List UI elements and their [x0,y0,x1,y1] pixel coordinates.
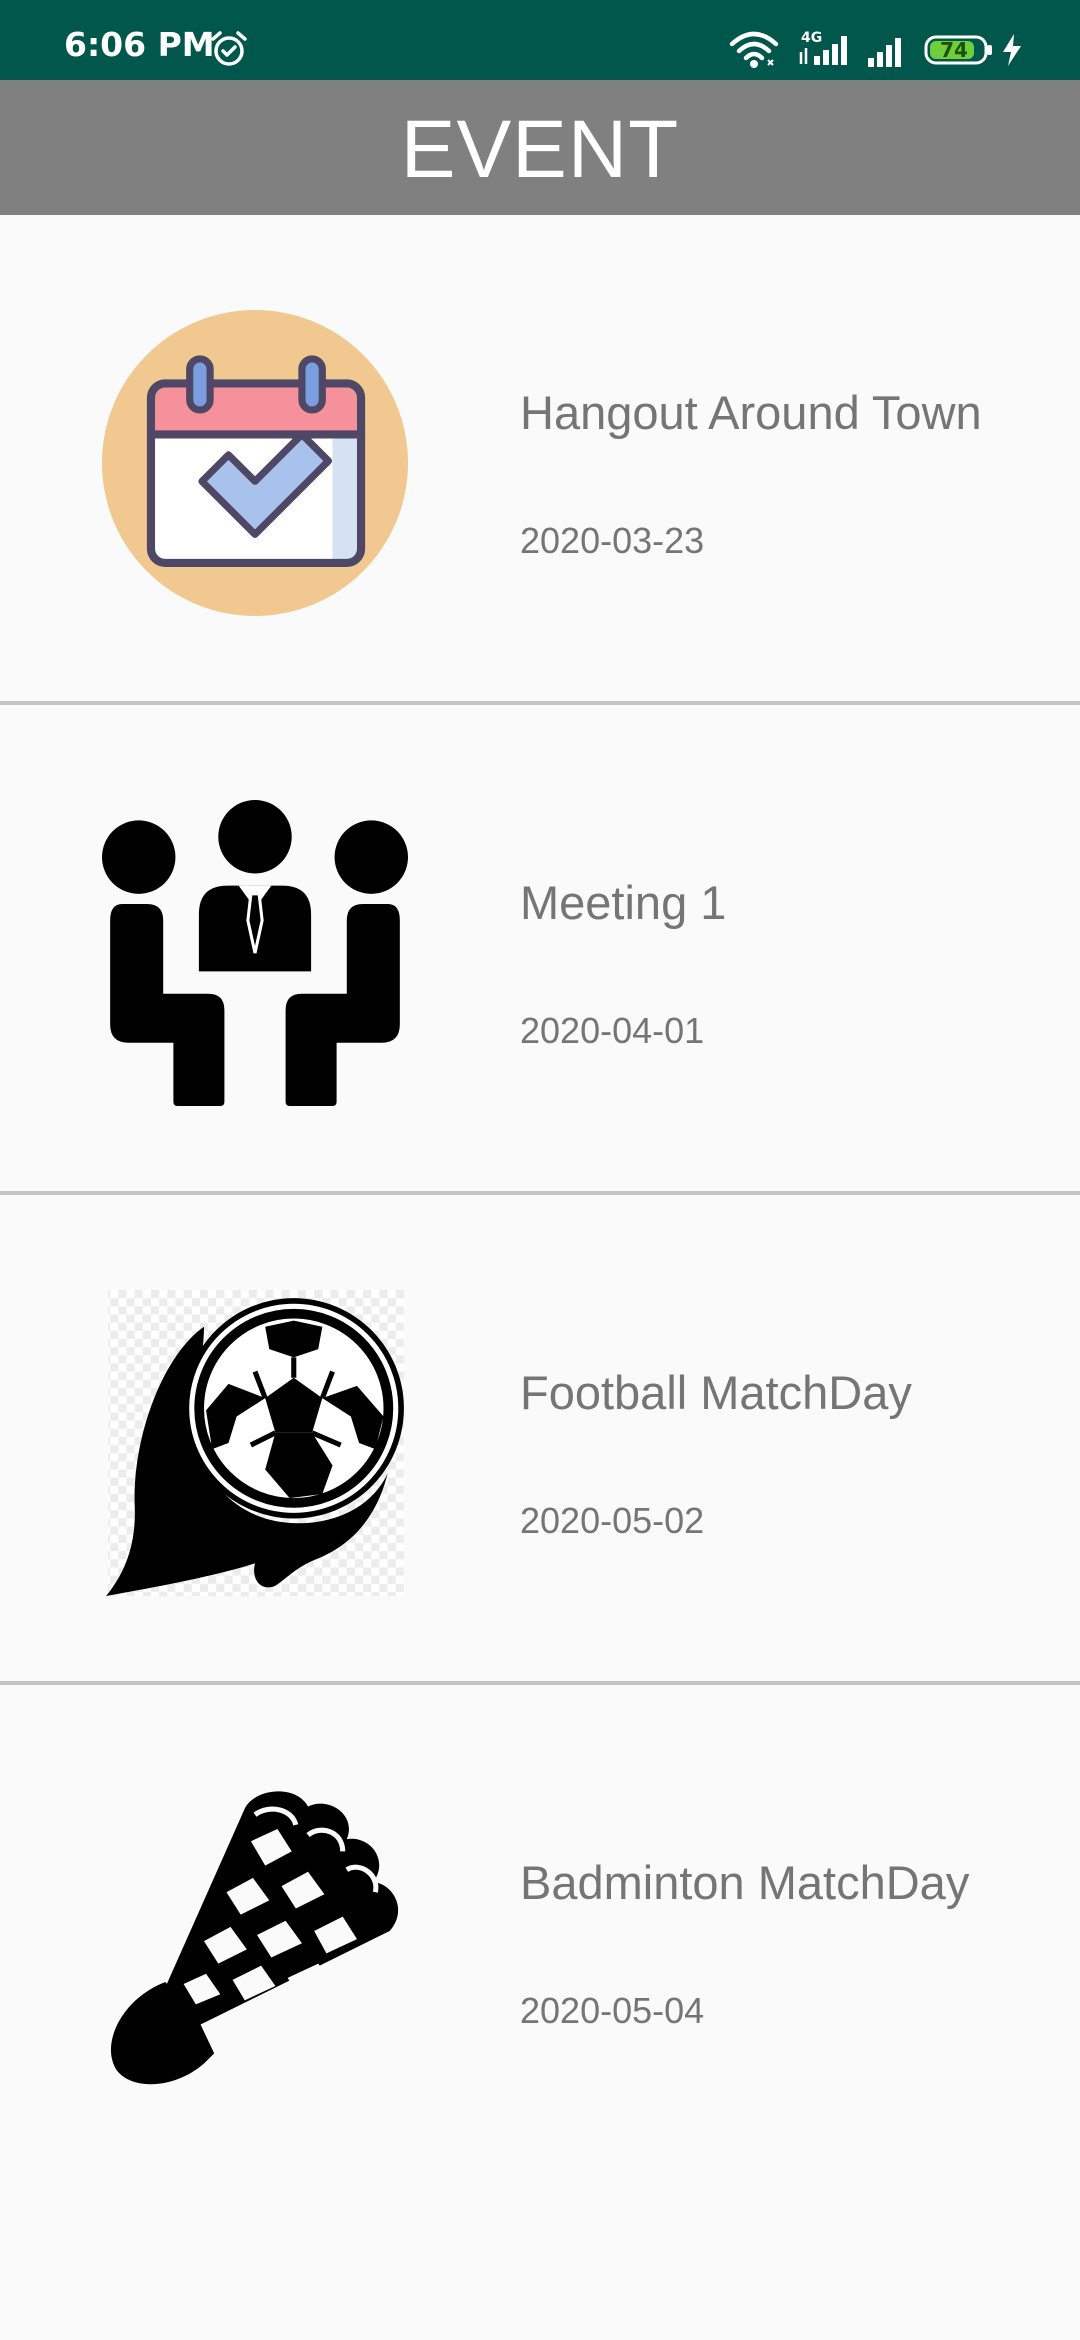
meeting-icon [102,800,408,1106]
event-date: 2020-03-23 [520,520,705,561]
event-list: Hangout Around Town 2020-03-23 Meeting 1… [0,215,1080,2171]
shuttlecock-icon [110,1791,399,2085]
event-date: 2020-04-01 [520,1010,705,1051]
event-title: Football MatchDay [520,1366,912,1419]
battery-level: 74 [940,38,968,62]
wifi-icon [729,31,779,68]
football-icon [106,1290,404,1596]
event-title: Meeting 1 [520,876,727,929]
event-title: Hangout Around Town [520,386,982,439]
event-item-badminton[interactable]: Badminton MatchDay 2020-05-04 [0,1685,1080,2171]
app-bar: EVENT [0,80,1080,215]
event-date: 2020-05-02 [520,1500,705,1541]
cell-signal-icon: 4G [799,30,847,65]
event-date: 2020-05-04 [520,1990,705,2031]
event-title: Badminton MatchDay [520,1856,970,1909]
alarm-icon [211,31,247,66]
battery-icon: 74 [924,35,992,65]
status-bar: 6:06 PM 4G 74 [0,0,1080,80]
status-time: 6:06 PM [64,25,215,64]
event-item-football[interactable]: Football MatchDay 2020-05-02 [0,1195,1080,1681]
network-type-label: 4G [801,30,822,46]
page-title: EVENT [400,104,680,195]
cell-signal-icon [868,38,901,67]
event-item-hangout[interactable]: Hangout Around Town 2020-03-23 [0,215,1080,701]
calendar-check-icon [102,310,408,616]
event-item-meeting[interactable]: Meeting 1 2020-04-01 [0,705,1080,1191]
charging-icon [1003,34,1021,66]
